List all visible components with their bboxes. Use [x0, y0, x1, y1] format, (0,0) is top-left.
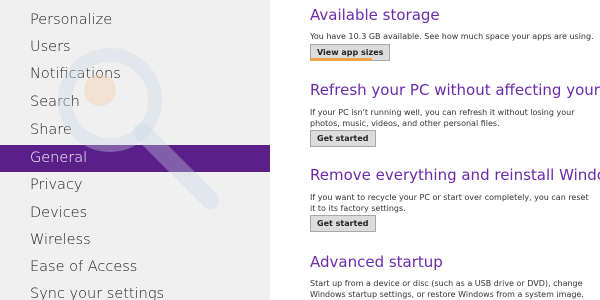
sidebar-item-privacy[interactable]: Privacy	[0, 172, 270, 199]
button-highlight-underline	[310, 58, 372, 61]
sidebar-item-notifications[interactable]: Notifications	[0, 61, 270, 88]
storage-title: Available storage	[310, 6, 440, 24]
advanced-startup-title: Advanced startup	[310, 253, 443, 271]
sidebar: Personalize Users Notifications Search S…	[0, 0, 270, 300]
sidebar-item-devices[interactable]: Devices	[0, 200, 270, 227]
sidebar-item-users[interactable]: Users	[0, 34, 270, 61]
general-settings-pane: Available storage You have 10.3 GB avail…	[270, 0, 600, 300]
sidebar-item-share[interactable]: Share	[0, 117, 270, 144]
reinstall-desc: If you want to recycle your PC or start …	[310, 193, 589, 213]
storage-desc: You have 10.3 GB available. See how much…	[310, 32, 594, 41]
sidebar-item-general[interactable]: General	[0, 145, 270, 172]
advanced-startup-desc: Start up from a device or disc (such as …	[310, 279, 584, 299]
sidebar-item-personalize[interactable]: Personalize	[0, 7, 270, 34]
sidebar-item-wireless[interactable]: Wireless	[0, 227, 270, 254]
refresh-title: Refresh your PC without affecting your f…	[310, 81, 600, 99]
sidebar-item-search[interactable]: Search	[0, 89, 270, 116]
refresh-desc: If your PC isn't running well, you can r…	[310, 108, 575, 128]
reinstall-title: Remove everything and reinstall Windows	[310, 166, 600, 184]
sidebar-item-ease-of-access[interactable]: Ease of Access	[0, 254, 270, 281]
sidebar-item-sync-settings[interactable]: Sync your settings	[0, 281, 270, 300]
reinstall-get-started-button[interactable]: Get started	[310, 215, 376, 232]
refresh-get-started-button[interactable]: Get started	[310, 130, 376, 147]
